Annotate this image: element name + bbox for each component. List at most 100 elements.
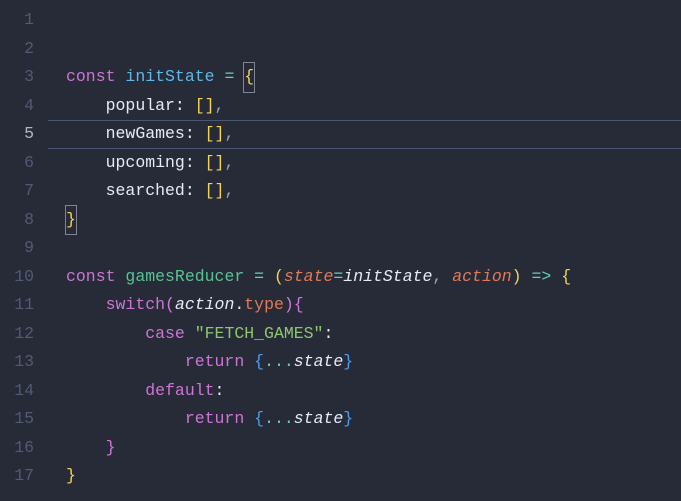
tok-punct: ,	[432, 267, 442, 286]
code-line[interactable]: newGames: [],	[48, 120, 681, 149]
tok-punct2: :	[175, 96, 185, 115]
tok-brace-p: {	[294, 295, 304, 314]
code-line[interactable]: default:	[48, 377, 681, 406]
tok-space	[244, 352, 254, 371]
tok-punct2: :	[323, 324, 333, 343]
code-line[interactable]: searched: [],	[48, 177, 681, 206]
tok-space	[551, 267, 561, 286]
code-line[interactable]	[48, 234, 681, 263]
tok-brace-y: )	[512, 267, 522, 286]
tok-kw-default: default	[145, 381, 214, 400]
tok-space	[116, 267, 126, 286]
tok-op: =	[254, 267, 264, 286]
code-area[interactable]: const initState = { popular: [], newGame…	[48, 0, 681, 501]
line-number: 9	[0, 234, 48, 263]
line-number: 16	[0, 434, 48, 463]
indent	[66, 409, 185, 428]
tok-punct: ,	[224, 124, 234, 143]
tok-bracket-y: []	[195, 96, 215, 115]
code-editor[interactable]: 1234567891011121314151617 const initStat…	[0, 0, 681, 501]
code-line[interactable]: }	[48, 206, 681, 235]
tok-space	[116, 67, 126, 86]
indent	[66, 124, 106, 143]
line-number: 3	[0, 63, 48, 92]
line-number: 10	[0, 263, 48, 292]
tok-op: =	[224, 67, 234, 86]
tok-space	[264, 267, 274, 286]
tok-prop-ni: popular	[106, 96, 175, 115]
tok-punct: ,	[224, 181, 234, 200]
tok-punct: ,	[224, 153, 234, 172]
code-line[interactable]: popular: [],	[48, 92, 681, 121]
tok-op: ...	[264, 352, 294, 371]
code-line[interactable]: const gamesReducer = (state=initState, a…	[48, 263, 681, 292]
tok-op: =>	[531, 267, 551, 286]
tok-kw-return: return	[185, 409, 244, 428]
tok-space	[522, 267, 532, 286]
indent	[66, 181, 106, 200]
indent	[66, 381, 145, 400]
tok-fname: gamesReducer	[125, 267, 244, 286]
tok-varuse: state	[294, 352, 344, 371]
code-line[interactable]: }	[48, 434, 681, 463]
tok-punct2: :	[185, 124, 195, 143]
code-line[interactable]: const initState = {	[48, 63, 681, 92]
tok-param: state	[284, 267, 334, 286]
tok-prop-ni: upcoming	[106, 153, 185, 172]
tok-kw-const: const	[66, 267, 116, 286]
tok-punct2: :	[215, 381, 225, 400]
code-line[interactable]: return {...state}	[48, 405, 681, 434]
tok-prop-ni: searched	[106, 181, 185, 200]
indent	[66, 324, 145, 343]
tok-kw-return: return	[185, 352, 244, 371]
tok-space	[185, 96, 195, 115]
tok-prop: type	[244, 295, 284, 314]
tok-space	[195, 181, 205, 200]
tok-brace-b: {	[254, 352, 264, 371]
tok-space	[244, 409, 254, 428]
code-line[interactable]: }	[48, 462, 681, 491]
tok-brace-b: }	[343, 352, 353, 371]
code-line[interactable]	[48, 491, 681, 501]
tok-space	[185, 324, 195, 343]
tok-op: ...	[264, 409, 294, 428]
tok-prop-ni: newGames	[106, 124, 185, 143]
tok-op: =	[333, 267, 343, 286]
line-number: 15	[0, 405, 48, 434]
indent	[66, 295, 106, 314]
line-number: 7	[0, 177, 48, 206]
tok-brace-y: }	[65, 205, 77, 236]
indent	[66, 352, 185, 371]
tok-brace-p: (	[165, 295, 175, 314]
indent	[66, 438, 106, 457]
tok-ident: initState	[125, 67, 214, 86]
tok-kw-switch: switch	[106, 295, 165, 314]
line-number: 14	[0, 377, 48, 406]
line-number: 11	[0, 291, 48, 320]
tok-varuse: initState	[343, 267, 432, 286]
tok-space	[195, 153, 205, 172]
line-number: 1	[0, 6, 48, 35]
tok-brace-p: )	[284, 295, 294, 314]
code-line[interactable]: upcoming: [],	[48, 149, 681, 178]
code-line[interactable]: return {...state}	[48, 348, 681, 377]
tok-space	[442, 267, 452, 286]
line-number: 2	[0, 35, 48, 64]
line-number-gutter: 1234567891011121314151617	[0, 0, 48, 501]
tok-brace-p: }	[106, 438, 116, 457]
line-number: 5	[0, 120, 48, 149]
tok-dot: .	[234, 295, 244, 314]
tok-brace-b: }	[343, 409, 353, 428]
tok-space	[244, 267, 254, 286]
line-number: 4	[0, 92, 48, 121]
tok-brace-y: {	[561, 267, 571, 286]
tok-varuse: action	[175, 295, 234, 314]
line-number: 6	[0, 149, 48, 178]
line-number: 13	[0, 348, 48, 377]
tok-punct2: :	[185, 181, 195, 200]
tok-brace-y: {	[243, 62, 255, 93]
code-line[interactable]: switch(action.type){	[48, 291, 681, 320]
tok-varuse: state	[294, 409, 344, 428]
code-line[interactable]: case "FETCH_GAMES":	[48, 320, 681, 349]
tok-space	[215, 67, 225, 86]
